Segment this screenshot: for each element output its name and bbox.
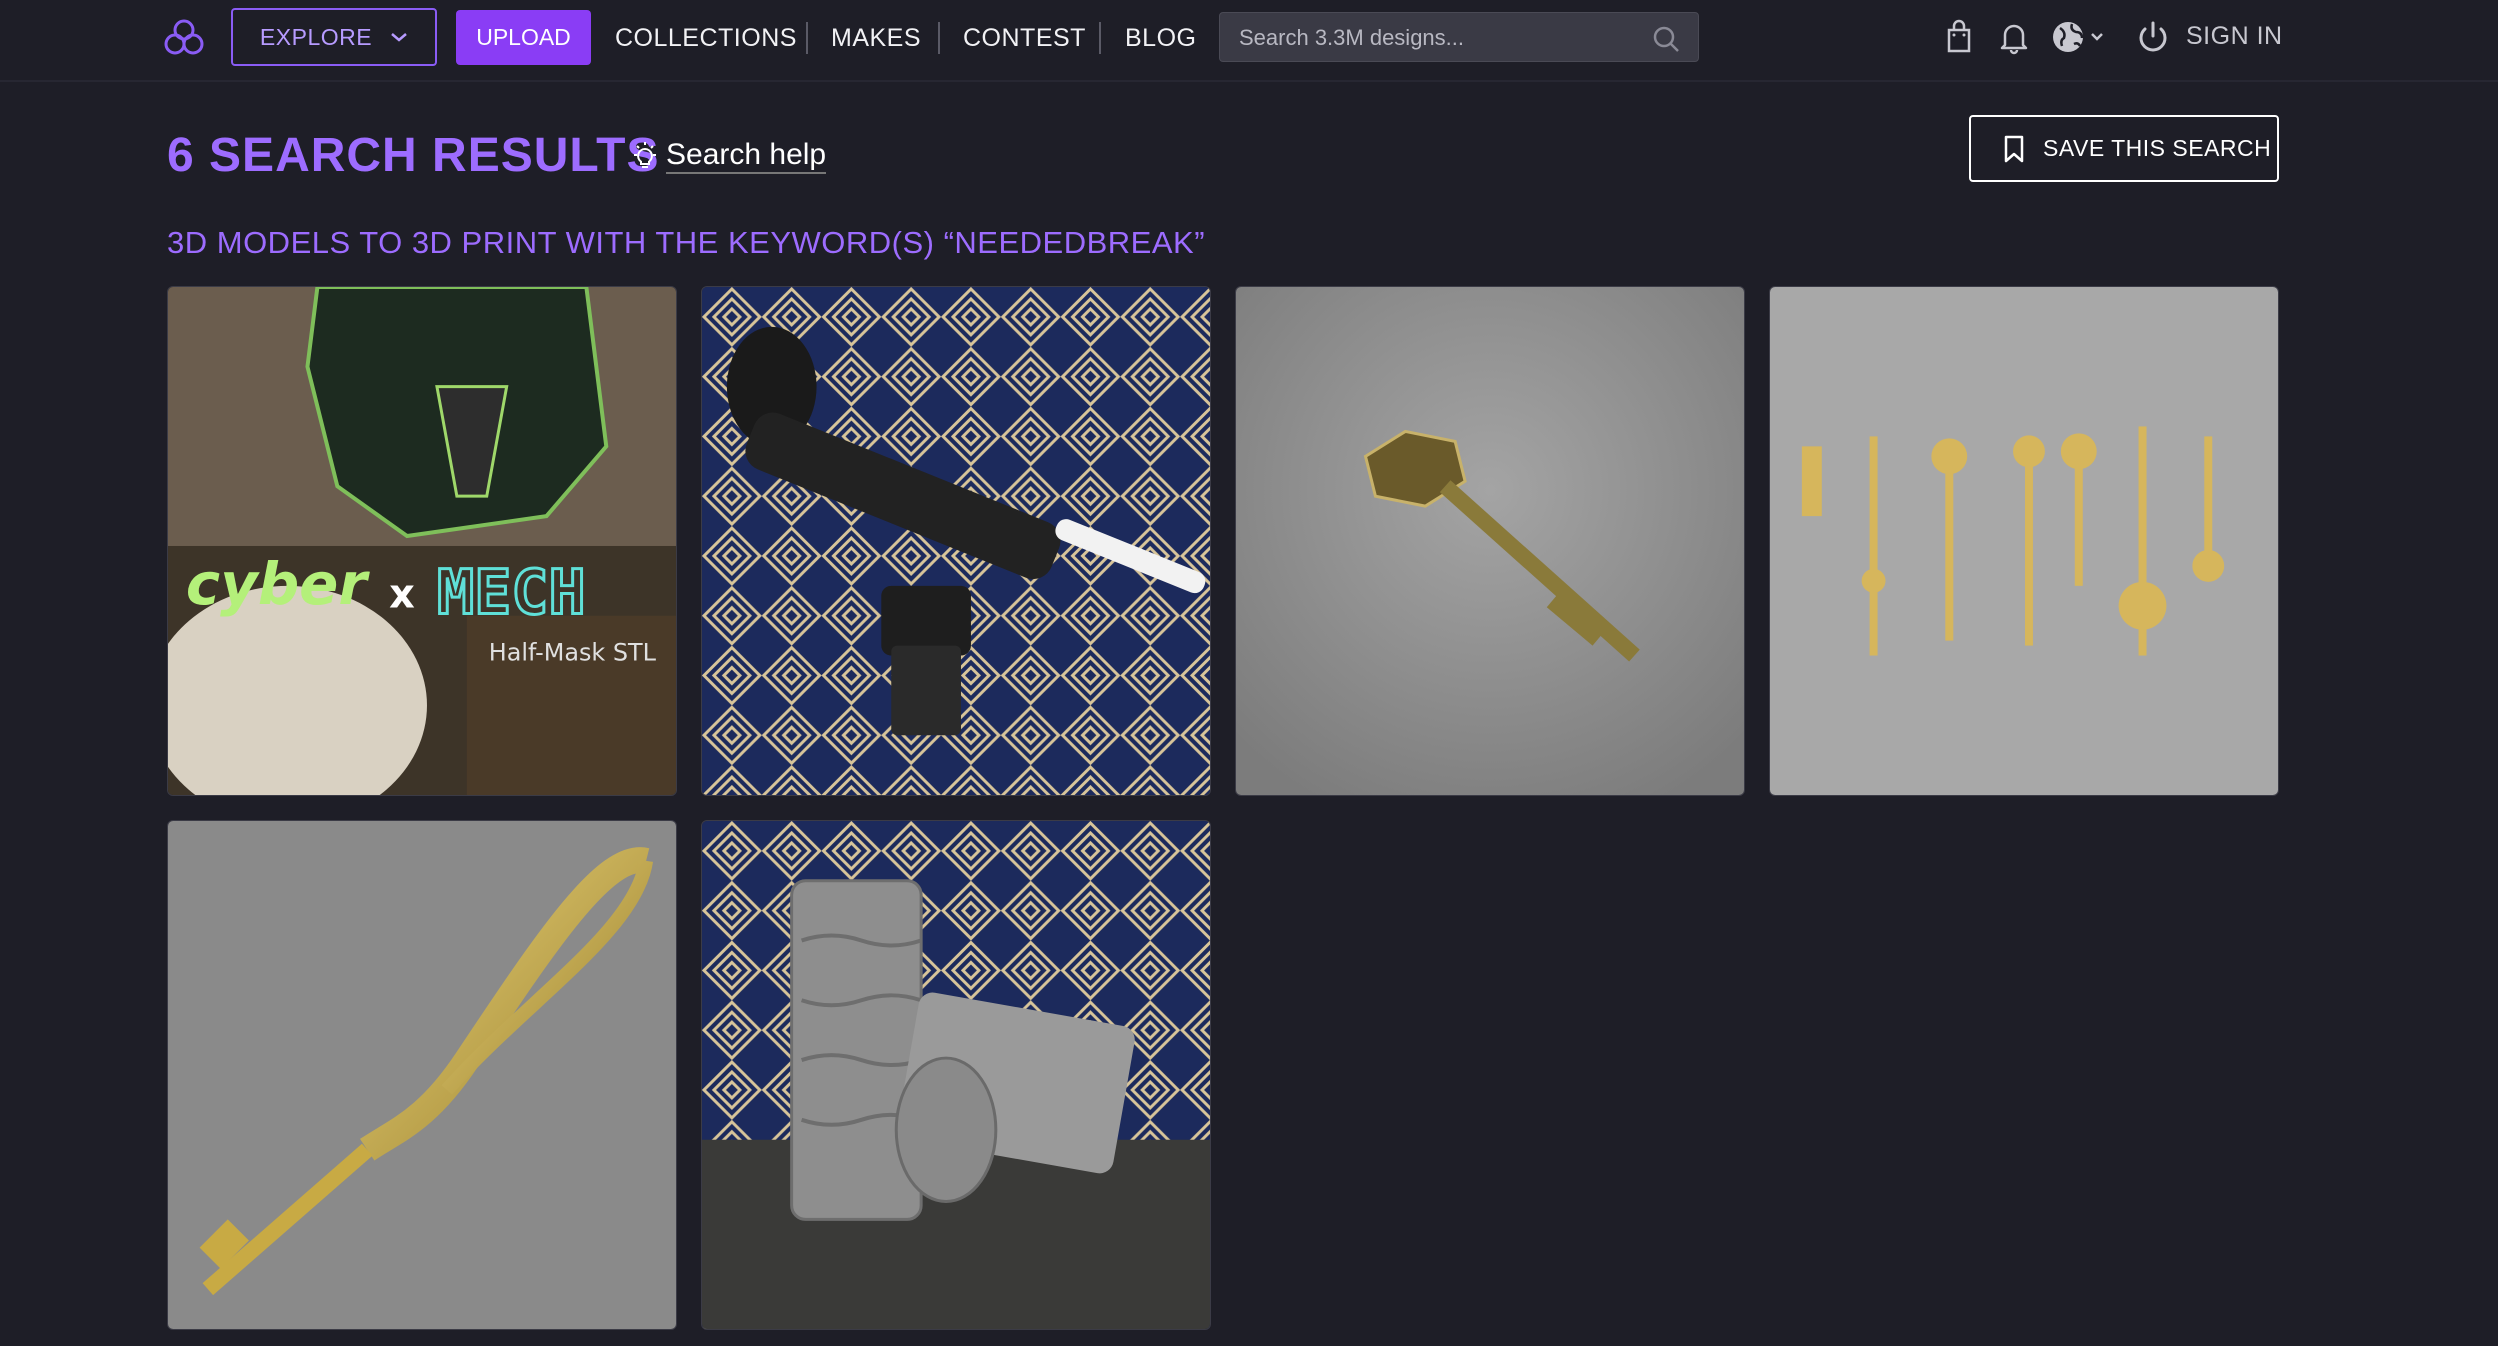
page-title: 6 SEARCH RESULTS: [167, 129, 660, 182]
search-help-link[interactable]: Search help: [632, 138, 827, 174]
explore-label: EXPLORE: [259, 23, 373, 50]
result-thumbnail: [168, 821, 676, 1329]
result-card[interactable]: [1235, 286, 1745, 796]
chevron-down-icon: [391, 33, 407, 42]
nav-blog-link[interactable]: BLOG: [1125, 22, 1196, 54]
bookmark-icon: [2004, 135, 2024, 162]
search-subtitle: 3D MODELS TO 3D PRINT WITH THE KEYWORD(S…: [167, 225, 1206, 260]
result-card[interactable]: [701, 820, 1211, 1330]
power-icon[interactable]: [2134, 18, 2172, 56]
result-card[interactable]: [701, 286, 1211, 796]
upload-label: UPLOAD: [476, 24, 571, 50]
mask-overlay-word-mech: MECH: [437, 557, 586, 629]
result-thumbnail: [702, 287, 1210, 795]
explore-button[interactable]: EXPLORE: [231, 8, 437, 66]
mask-overlay-caption: Half-Mask STL: [489, 639, 657, 667]
save-search-button[interactable]: SAVE THIS SEARCH: [1969, 115, 2279, 182]
nav-divider: [806, 22, 808, 54]
top-navbar: EXPLORE UPLOAD COLLECTIONS MAKES CONTEST…: [0, 0, 2498, 82]
bell-icon[interactable]: [1995, 18, 2033, 56]
search-help-label: Search help: [666, 138, 827, 174]
result-thumbnail: [1770, 287, 2278, 795]
result-thumbnail: [702, 821, 1210, 1329]
result-card[interactable]: cyber x MECH Half-Mask STL: [167, 286, 677, 796]
mask-overlay-word-x: x: [389, 572, 415, 618]
nav-collections-link[interactable]: COLLECTIONS: [615, 22, 797, 54]
result-thumbnail: cyber x MECH Half-Mask STL: [168, 287, 676, 795]
globe-icon[interactable]: [2050, 18, 2110, 56]
search-input[interactable]: [1220, 13, 1641, 63]
save-search-label: SAVE THIS SEARCH: [2043, 135, 2272, 161]
nav-contest-link[interactable]: CONTEST: [963, 22, 1086, 54]
result-thumbnail: [1236, 287, 1744, 795]
lightbulb-icon: [634, 142, 656, 168]
nav-divider: [1099, 22, 1101, 54]
bag-icon[interactable]: [1940, 18, 1978, 56]
nav-makes-link[interactable]: MAKES: [831, 22, 921, 54]
result-card[interactable]: [1769, 286, 2279, 796]
nav-divider: [938, 22, 940, 54]
search-bar: [1219, 12, 1699, 63]
sign-in-link[interactable]: SIGN IN: [2186, 22, 2283, 51]
mask-overlay-word-cyber: cyber: [186, 550, 370, 618]
search-icon[interactable]: [1652, 25, 1680, 53]
result-card[interactable]: [167, 820, 677, 1330]
logo-icon[interactable]: [162, 16, 206, 60]
upload-button[interactable]: UPLOAD: [456, 10, 591, 65]
